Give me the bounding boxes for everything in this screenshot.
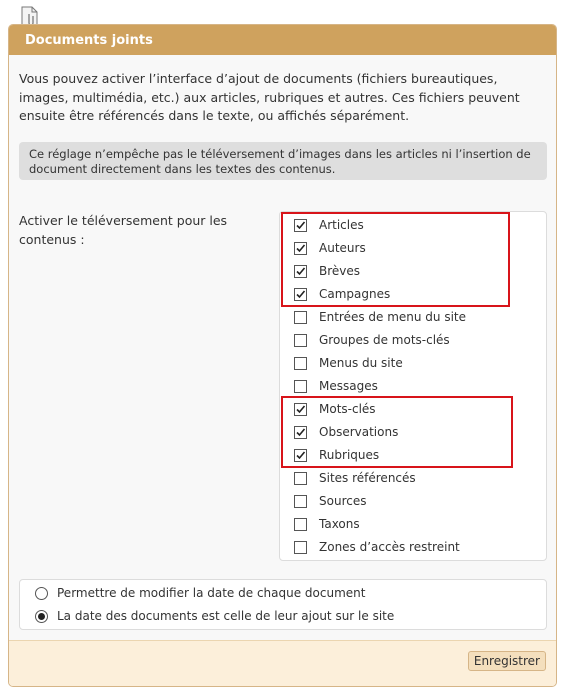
documents-panel: Documents joints Vous pouvez activer l’i…: [8, 24, 557, 687]
checkbox-entrees-menu[interactable]: Entrées de menu du site: [292, 308, 542, 328]
checkbox-label: Messages: [319, 379, 378, 393]
checkbox-messages[interactable]: Messages: [292, 377, 542, 397]
notice-box: Ce réglage n’empêche pas le téléversemen…: [19, 142, 547, 180]
checkbox-menus-site[interactable]: Menus du site: [292, 354, 542, 374]
checkbox-label: Taxons: [319, 517, 360, 531]
checkbox-icon[interactable]: [294, 357, 307, 370]
checkbox-zones-acces[interactable]: Zones d’accès restreint: [292, 538, 542, 558]
panel-header: Documents joints: [9, 25, 556, 55]
checkbox-label: Menus du site: [319, 356, 403, 370]
checkbox-label: Sites référencés: [319, 471, 416, 485]
field-label: Activer le téléversement pour les conten…: [19, 213, 228, 247]
checkbox-label: Zones d’accès restreint: [319, 540, 460, 554]
intro-text: Vous pouvez activer l’interface d’ajout …: [19, 71, 520, 123]
radio-icon[interactable]: [35, 587, 48, 600]
radio-label: La date des documents est celle de leur …: [57, 609, 395, 623]
checkbox-icon[interactable]: [294, 472, 307, 485]
radio-upload-date[interactable]: La date des documents est celle de leur …: [35, 607, 535, 627]
radio-icon[interactable]: [35, 610, 48, 623]
checkbox-icon[interactable]: [294, 334, 307, 347]
panel-title: Documents joints: [25, 33, 153, 48]
checkbox-taxons[interactable]: Taxons: [292, 515, 542, 535]
radio-modify-date[interactable]: Permettre de modifier la date de chaque …: [35, 584, 535, 604]
checkbox-sites-references[interactable]: Sites référencés: [292, 469, 542, 489]
checkbox-icon[interactable]: [294, 518, 307, 531]
checkbox-icon[interactable]: [294, 495, 307, 508]
form-footer: Enregistrer: [9, 640, 556, 686]
checkbox-label: Groupes de mots-clés: [319, 333, 450, 347]
checkbox-icon[interactable]: [294, 541, 307, 554]
checkbox-label: Entrées de menu du site: [319, 310, 467, 324]
date-radio-group: Permettre de modifier la date de chaque …: [19, 579, 547, 630]
checkbox-icon[interactable]: [294, 311, 307, 324]
checkbox-sources[interactable]: Sources: [292, 492, 542, 512]
save-button[interactable]: Enregistrer: [467, 651, 546, 671]
highlight-box: [281, 212, 510, 307]
checkbox-label: Sources: [319, 494, 367, 508]
radio-label: Permettre de modifier la date de chaque …: [57, 586, 366, 600]
checkbox-icon[interactable]: [294, 380, 307, 393]
highlight-box: [281, 396, 513, 468]
checkbox-groupes-mots-cles[interactable]: Groupes de mots-clés: [292, 331, 542, 351]
